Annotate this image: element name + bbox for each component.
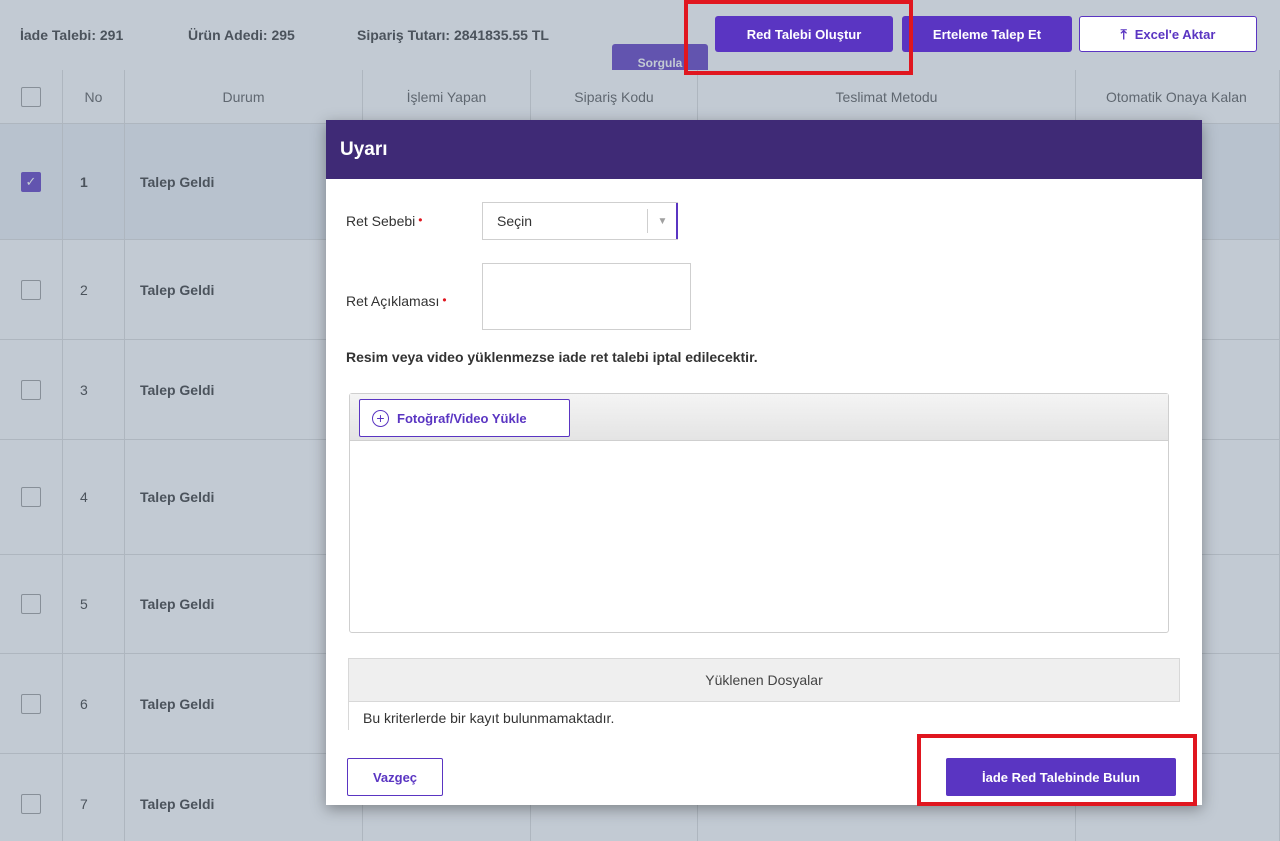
upload-notice: Resim veya video yüklenmezse iade ret ta… — [346, 349, 758, 365]
excel-export-label: Excel'e Aktar — [1134, 26, 1216, 42]
modal-title: Uyarı — [326, 120, 1202, 179]
highlight-submit — [917, 734, 1197, 806]
uploaded-files-empty: Bu kriterlerde bir kayıt bulunmamaktadır… — [348, 702, 1180, 730]
uploaded-files-header: Yüklenen Dosyalar — [348, 658, 1180, 702]
warning-modal: Uyarı Ret Sebebi • Seçin ▼ Ret Açıklaması… — [326, 120, 1202, 805]
chevron-down-icon[interactable]: ▼ — [647, 209, 677, 233]
upload-dropzone[interactable]: + Fotoğraf/Video Yükle — [349, 393, 1169, 633]
erteleme-talep-button[interactable]: Erteleme Talep Et — [902, 16, 1072, 52]
upload-toolbar: + Fotoğraf/Video Yükle — [350, 394, 1168, 441]
ret-sebebi-label: Ret Sebebi • — [346, 213, 423, 229]
ret-sebebi-select[interactable]: Seçin ▼ — [482, 202, 678, 240]
excel-export-button[interactable]: ⤒ Excel'e Aktar — [1079, 16, 1257, 52]
upload-arrow-icon: ⤒ — [1120, 25, 1127, 42]
upload-media-button[interactable]: + Fotoğraf/Video Yükle — [359, 399, 570, 437]
required-mark: • — [442, 293, 447, 307]
upload-media-label: Fotoğraf/Video Yükle — [397, 410, 527, 426]
ret-aciklamasi-label: Ret Açıklaması • — [346, 293, 447, 309]
required-mark: • — [418, 213, 423, 227]
ret-aciklamasi-input[interactable] — [482, 263, 691, 330]
highlight-red-talebi — [684, 0, 913, 75]
cancel-button[interactable]: Vazgeç — [347, 758, 443, 796]
ret-sebebi-value: Seçin — [497, 213, 533, 229]
plus-circle-icon: + — [372, 409, 389, 427]
